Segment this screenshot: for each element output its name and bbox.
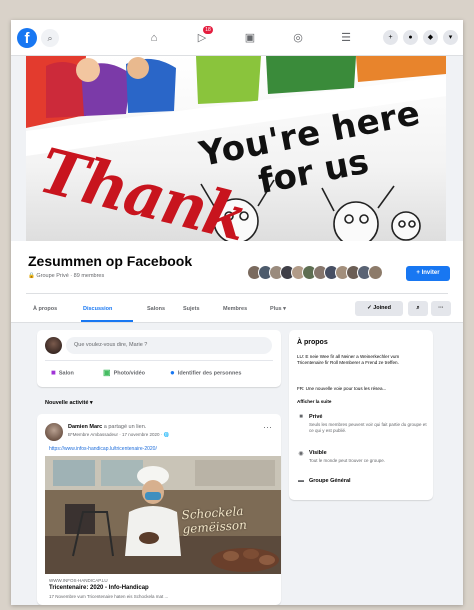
post-url[interactable]: https://www.infos-handicap.lu/tricentena…	[49, 446, 157, 452]
notifications-icon[interactable]: ◆	[423, 30, 438, 45]
top-navigation: f ⌕ ⌂ ▷ 18 ▣ ◎ ☰ + ● ◆ ▾	[11, 20, 463, 56]
about-description-fr: FR: Une nouvelle voie pour tous les rése…	[297, 386, 387, 391]
marketplace-icon[interactable]: ▣	[237, 28, 263, 48]
facebook-logo[interactable]: f	[17, 28, 37, 48]
tab-members[interactable]: Membres	[223, 301, 247, 317]
video-icon[interactable]: ▷ 18	[189, 26, 215, 48]
about-title: À propos	[297, 339, 328, 346]
tab-more[interactable]: Plus ▾	[270, 301, 286, 317]
composer-input[interactable]: Que voulez-vous dire, Marie ?	[66, 337, 272, 354]
sort-dropdown[interactable]: Nouvelle activité ▾	[45, 400, 93, 406]
post-action: a partagé un lien.	[103, 424, 147, 430]
avatar[interactable]	[45, 423, 63, 441]
feed-post: Damien Marc a partagé un lien. B*Membre …	[37, 414, 281, 605]
avatar	[368, 265, 383, 280]
joined-button[interactable]: ✓ Joined	[355, 301, 403, 316]
invite-button[interactable]: + Inviter	[406, 266, 450, 281]
gaming-icon[interactable]: ☰	[333, 28, 359, 48]
link-domain: WWW.INFOS-HANDICAP.LU	[49, 578, 108, 583]
image-caption-text: Schockela gemëisson	[181, 503, 248, 537]
video-room-icon: ■	[51, 368, 56, 377]
group-search-icon[interactable]: ⌕	[408, 301, 428, 316]
post-author-line: Damien Marc a partagé un lien.	[68, 424, 146, 430]
tabs-divider	[26, 293, 448, 294]
post-author[interactable]: Damien Marc	[68, 424, 102, 430]
tag-people-icon: ●	[170, 368, 175, 377]
room-button[interactable]: ■ Salon	[51, 366, 74, 380]
post-more-icon[interactable]: ···	[263, 422, 272, 432]
post-composer: Que voulez-vous dire, Marie ? ■ Salon ▣ Ph…	[37, 330, 281, 387]
browser-frame: f ⌕ ⌂ ▷ 18 ▣ ◎ ☰ + ● ◆ ▾ You're here for…	[11, 20, 463, 605]
groups-icon[interactable]: ◎	[285, 28, 311, 48]
home-icon[interactable]: ⌂	[141, 28, 167, 48]
group-privacy-members: 🔒 Groupe Privé · 89 membres	[28, 273, 105, 279]
tab-about[interactable]: À propos	[33, 301, 57, 317]
tag-people-button[interactable]: ● Identifier des personnes	[170, 366, 241, 380]
link-title[interactable]: Tricentenaire: 2020 - Info-Handicap	[49, 585, 149, 591]
see-more-link[interactable]: Afficher la suite	[297, 399, 331, 404]
post-meta: B*Membre Ambassadeur · 17 novembre 2020 …	[68, 432, 170, 437]
tab-discussion[interactable]: Discussion	[83, 301, 112, 317]
about-privacy: ■ Privé Seuls les membres peuvent voir q…	[297, 414, 429, 444]
cover-photo: You're here for us Thank	[26, 56, 446, 241]
group-icon: ▬	[298, 478, 304, 484]
about-card: À propos LU: E neie Wee fir all Neiner a…	[289, 330, 433, 500]
avatar	[45, 337, 62, 354]
link-description: 17 Novembre vum Tricentenaire haten eis …	[49, 594, 169, 599]
group-header: Zesummen op Facebook 🔒 Groupe Privé · 89…	[11, 241, 463, 323]
photo-video-button[interactable]: ▣ Photo/vidéo	[103, 366, 145, 380]
lock-icon: ■	[299, 414, 303, 420]
create-icon[interactable]: +	[383, 30, 398, 45]
about-description-lu: LU: E neie Wee fir all Neiner a Weinerke…	[297, 354, 400, 366]
account-icon[interactable]: ▾	[443, 30, 458, 45]
more-options-icon[interactable]: ···	[431, 301, 451, 316]
member-avatars[interactable]	[247, 265, 387, 281]
post-link-image[interactable]: Schockela gemëisson	[45, 456, 281, 574]
messenger-icon[interactable]: ●	[403, 30, 418, 45]
photo-icon: ▣	[103, 368, 111, 377]
search-icon[interactable]: ⌕	[41, 29, 59, 47]
group-title[interactable]: Zesummen op Facebook	[28, 253, 192, 269]
tab-rooms[interactable]: Salons	[147, 301, 165, 317]
notification-badge: 18	[203, 26, 213, 34]
tab-topics[interactable]: Sujets	[183, 301, 200, 317]
about-group-type: ▬ Groupe Général	[298, 478, 351, 484]
composer-divider	[45, 360, 273, 361]
eye-icon: ◉	[298, 451, 304, 457]
about-visibility: ◉ Visible Tout le monde peut trouver ce …	[298, 450, 386, 463]
active-tab-indicator	[81, 320, 133, 322]
